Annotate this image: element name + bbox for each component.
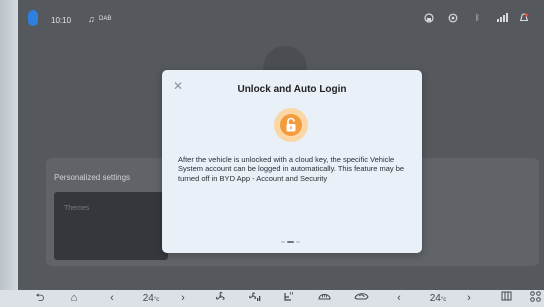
panel-title: Personalized settings [54,173,131,182]
unlock-auto-login-dialog: ✕ Unlock and Auto Login After the vehicl… [162,70,422,253]
left-temperature[interactable]: 24°c [138,291,164,306]
fan-icon[interactable] [213,291,227,306]
right-temperature-value: 24 [429,293,441,304]
status-music-source: DAB [99,16,112,22]
right-temp-increase-icon[interactable]: › [464,291,474,306]
themes-label: Themes [64,205,90,212]
dialog-title: Unlock and Auto Login [237,84,347,95]
signal-icon [497,13,508,24]
notification-icon[interactable] [519,13,529,25]
left-temp-increase-icon[interactable]: › [178,291,188,306]
page-dot [296,241,300,243]
recirculation-icon[interactable] [352,291,370,306]
screen: 10:10 ♫ DAB ᛒ Personalized settings Them… [18,0,544,290]
home-icon[interactable]: ⌂ [67,291,81,306]
left-temperature-unit: °c [153,297,160,303]
seat-heat-icon[interactable] [281,291,295,306]
unlock-icon [274,108,308,142]
left-temperature-value: 24 [142,293,154,304]
location-icon [448,13,458,25]
status-bar: 10:10 ♫ DAB ᛒ [18,0,544,34]
front-defrost-icon[interactable] [316,291,332,306]
right-temperature-unit: °c [440,297,447,303]
left-temp-decrease-icon[interactable]: ‹ [107,291,117,306]
music-note-icon: ♫ [88,14,95,24]
left-bezel [0,0,18,307]
page-indicator [281,241,305,244]
page-dot [281,241,285,243]
back-icon[interactable]: ⮌ [33,291,47,306]
right-temperature[interactable]: 24°c [425,291,451,306]
themes-card[interactable] [54,192,168,260]
bluetooth-icon: ᛒ [475,13,480,22]
dialog-message: After the vehicle is unlocked with a clo… [178,155,405,183]
headset-icon [424,13,434,25]
apps-icon[interactable] [528,291,542,306]
bottom-nav-bar: ⮌ ⌂ ‹ 24°c › ‹ 24°c › [0,290,544,307]
page-dot-active [287,241,294,243]
media-icon[interactable] [499,291,513,306]
fan-speed-icon[interactable] [247,291,263,306]
right-temp-decrease-icon[interactable]: ‹ [394,291,404,306]
status-time: 10:10 [51,16,72,25]
app-logo-icon[interactable] [28,10,38,26]
